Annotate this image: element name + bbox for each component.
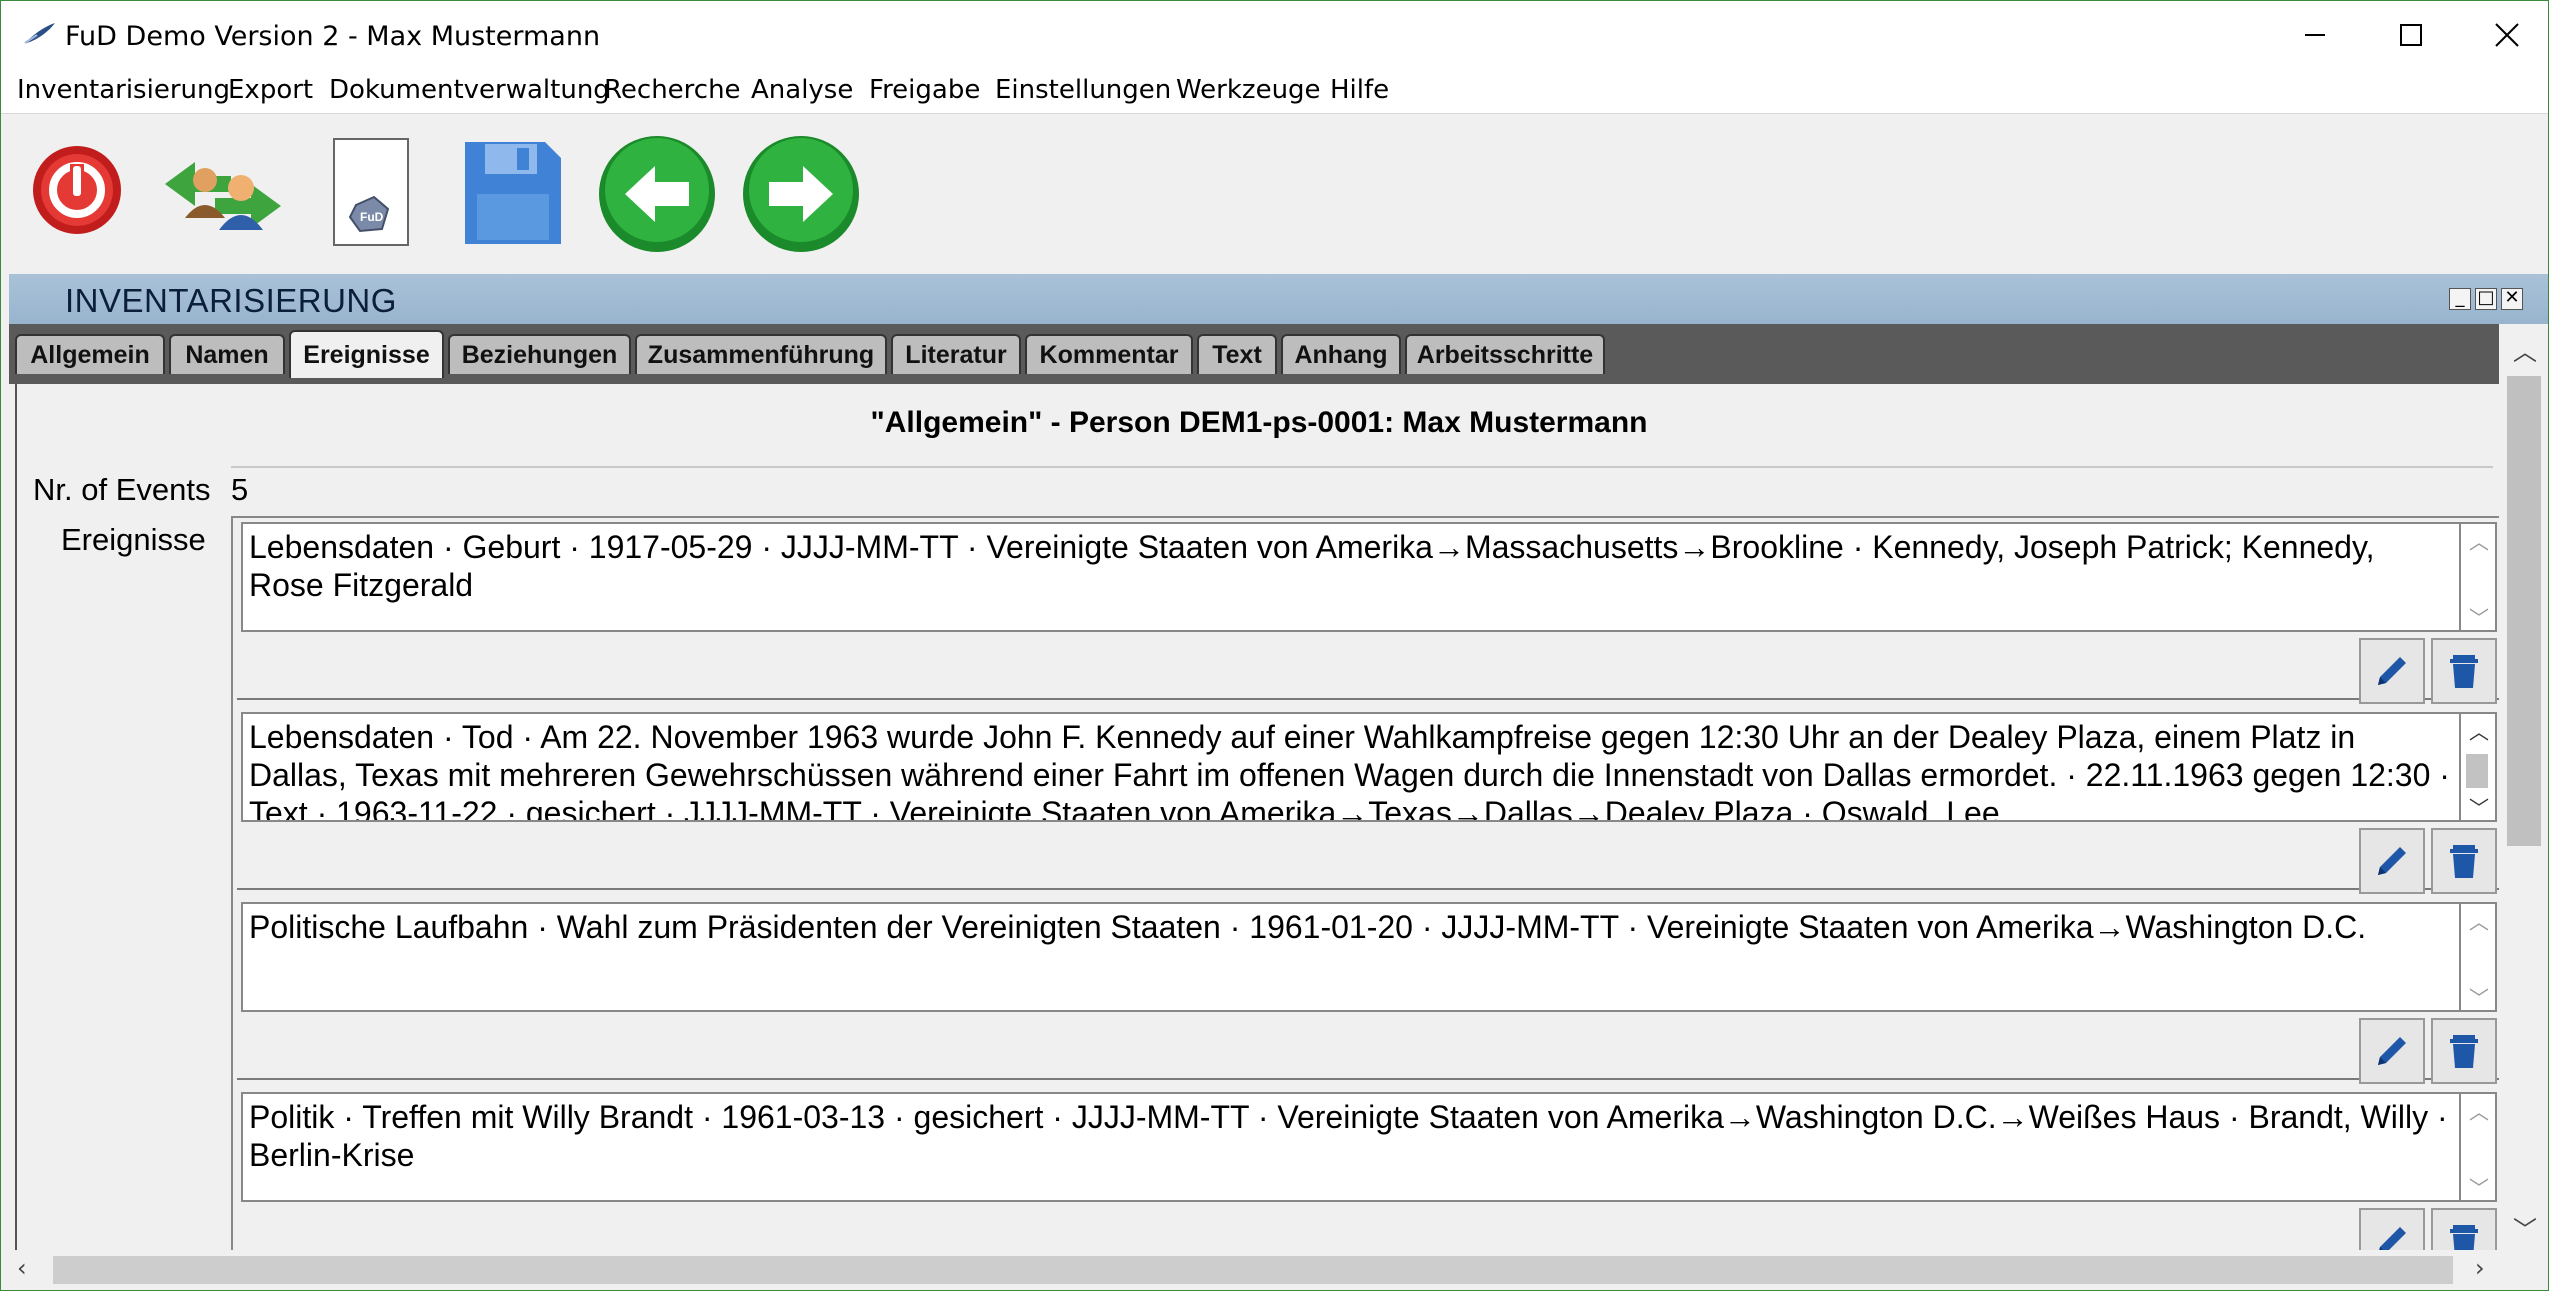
delete-event-button[interactable] [2431, 828, 2497, 894]
menu-export[interactable]: Export [228, 75, 313, 105]
title-bar: FuD Demo Version 2 - Max Mustermann [1, 1, 2548, 69]
events-label: Ereignisse [61, 522, 206, 557]
edit-event-button[interactable] [2359, 828, 2425, 894]
menu-werkzeuge[interactable]: Werkzeuge [1176, 75, 1321, 105]
ereignisse-form: "Allgemein" - Person DEM1-ps-0001: Max M… [15, 384, 2501, 1250]
scroll-left-icon[interactable]: ‹ [17, 1254, 27, 1282]
horizontal-scrollbar[interactable]: ‹ › [9, 1250, 2499, 1290]
scroll-right-icon[interactable]: › [2475, 1254, 2485, 1282]
panel-maximize-button[interactable]: □ [2475, 288, 2497, 310]
close-icon [2495, 23, 2519, 47]
event-scrollbar[interactable]: ︿ ﹀ [2461, 712, 2497, 822]
close-button[interactable] [2459, 1, 2548, 69]
event-scrollbar[interactable]: ︿ ﹀ [2461, 1092, 2497, 1202]
event-text[interactable]: Politische Laufbahn · Wahl zum Präsident… [241, 902, 2461, 1012]
save-button[interactable] [461, 138, 565, 253]
menu-einstellungen[interactable]: Einstellungen [995, 75, 1171, 105]
forward-button[interactable] [741, 134, 861, 259]
scroll-up-icon[interactable]: ︿ [2513, 332, 2537, 367]
horizontal-scroll-thumb[interactable] [53, 1256, 2453, 1284]
nr-events-label: Nr. of Events [33, 472, 211, 507]
scroll-down-icon[interactable]: ﹀ [2513, 1210, 2537, 1245]
back-arrow-icon [599, 136, 715, 252]
application-window: FuD Demo Version 2 - Max Mustermann Inve… [0, 0, 2549, 1291]
vertical-scrollbar[interactable]: ︿ ﹀ [2499, 324, 2548, 1250]
tab-kommentar[interactable]: Kommentar [1025, 334, 1193, 374]
trash-icon [2450, 1035, 2478, 1068]
menu-bar: Inventarisierung Export Dokumentverwaltu… [1, 69, 2548, 114]
tab-literatur[interactable]: Literatur [891, 334, 1021, 374]
trash-icon [2450, 1225, 2478, 1250]
event-scrollbar[interactable]: ︿ ﹀ [2461, 902, 2497, 1012]
nr-events-value: 5 [231, 472, 249, 507]
toolbar: FuD [1, 114, 2548, 270]
menu-inventarisierung[interactable]: Inventarisierung [17, 75, 230, 105]
delete-event-button[interactable] [2431, 1208, 2497, 1250]
tab-beziehungen[interactable]: Beziehungen [448, 334, 631, 374]
tab-allgemein[interactable]: Allgemein [15, 334, 165, 374]
delete-event-button[interactable] [2431, 638, 2497, 704]
pencil-icon [2378, 847, 2406, 875]
minimize-icon [2305, 34, 2325, 36]
tab-bar: Allgemein Namen Ereignisse Beziehungen Z… [9, 324, 2499, 384]
tab-zusammenfuehrung[interactable]: Zusammenführung [635, 334, 887, 374]
edit-event-button[interactable] [2359, 1208, 2425, 1250]
users-transfer-icon [165, 162, 281, 230]
back-button[interactable] [597, 134, 717, 259]
event-text[interactable]: Lebensdaten · Tod · Am 22. November 1963… [241, 712, 2461, 822]
menu-dokumentverwaltung[interactable]: Dokumentverwaltung [329, 75, 610, 105]
panel-close-button[interactable]: ✕ [2501, 288, 2523, 310]
forward-arrow-icon [743, 136, 859, 252]
list-item: Politik · Treffen mit Willy Brandt · 196… [237, 1088, 2501, 1250]
tab-arbeitsschritte[interactable]: Arbeitsschritte [1405, 334, 1605, 374]
list-item: Lebensdaten · Tod · Am 22. November 1963… [237, 708, 2501, 894]
event-text[interactable]: Politik · Treffen mit Willy Brandt · 196… [241, 1092, 2461, 1202]
tab-text[interactable]: Text [1197, 334, 1277, 374]
panel-minimize-button[interactable]: _ [2449, 288, 2471, 310]
exit-button[interactable] [31, 144, 123, 241]
fud-document-button[interactable]: FuD [326, 137, 410, 254]
window-title: FuD Demo Version 2 - Max Mustermann [65, 21, 601, 52]
power-icon [33, 146, 121, 234]
svg-text:FuD: FuD [360, 210, 384, 224]
menu-freigabe[interactable]: Freigabe [869, 75, 980, 105]
event-scrollbar[interactable]: ︿ ﹀ [2461, 522, 2497, 632]
events-list: Lebensdaten · Geburt · 1917-05-29 · JJJJ… [231, 516, 2501, 1250]
tab-anhang[interactable]: Anhang [1281, 334, 1401, 374]
fud-document-icon: FuD [333, 138, 409, 246]
panel-header: INVENTARISIERUNG _ □ ✕ [9, 274, 2548, 324]
delete-event-button[interactable] [2431, 1018, 2497, 1084]
pencil-icon [2378, 1037, 2406, 1065]
heading-divider [231, 466, 2493, 468]
menu-analyse[interactable]: Analyse [751, 75, 853, 105]
list-item: Lebensdaten · Geburt · 1917-05-29 · JJJJ… [237, 518, 2501, 704]
pencil-icon [2379, 1227, 2406, 1250]
save-icon [465, 142, 561, 244]
pencil-icon [2378, 657, 2406, 685]
switch-user-button[interactable] [161, 154, 285, 239]
page-title: "Allgemein" - Person DEM1-ps-0001: Max M… [870, 406, 1648, 439]
list-item: Politische Laufbahn · Wahl zum Präsident… [237, 898, 2501, 1084]
trash-icon [2450, 655, 2478, 688]
panel-title: INVENTARISIERUNG [65, 282, 397, 319]
vertical-scroll-thumb[interactable] [2507, 376, 2541, 846]
menu-recherche[interactable]: Recherche [604, 75, 741, 105]
event-text[interactable]: Lebensdaten · Geburt · 1917-05-29 · JJJJ… [241, 522, 2461, 632]
tab-ereignisse[interactable]: Ereignisse [289, 330, 444, 378]
maximize-button[interactable] [2363, 1, 2459, 69]
tab-namen[interactable]: Namen [169, 334, 285, 374]
menu-hilfe[interactable]: Hilfe [1330, 75, 1389, 105]
feather-pen-icon [24, 23, 55, 44]
trash-icon [2450, 845, 2478, 878]
minimize-button[interactable] [2267, 1, 2363, 69]
edit-event-button[interactable] [2359, 638, 2425, 704]
maximize-icon [2400, 24, 2422, 46]
edit-event-button[interactable] [2359, 1018, 2425, 1084]
